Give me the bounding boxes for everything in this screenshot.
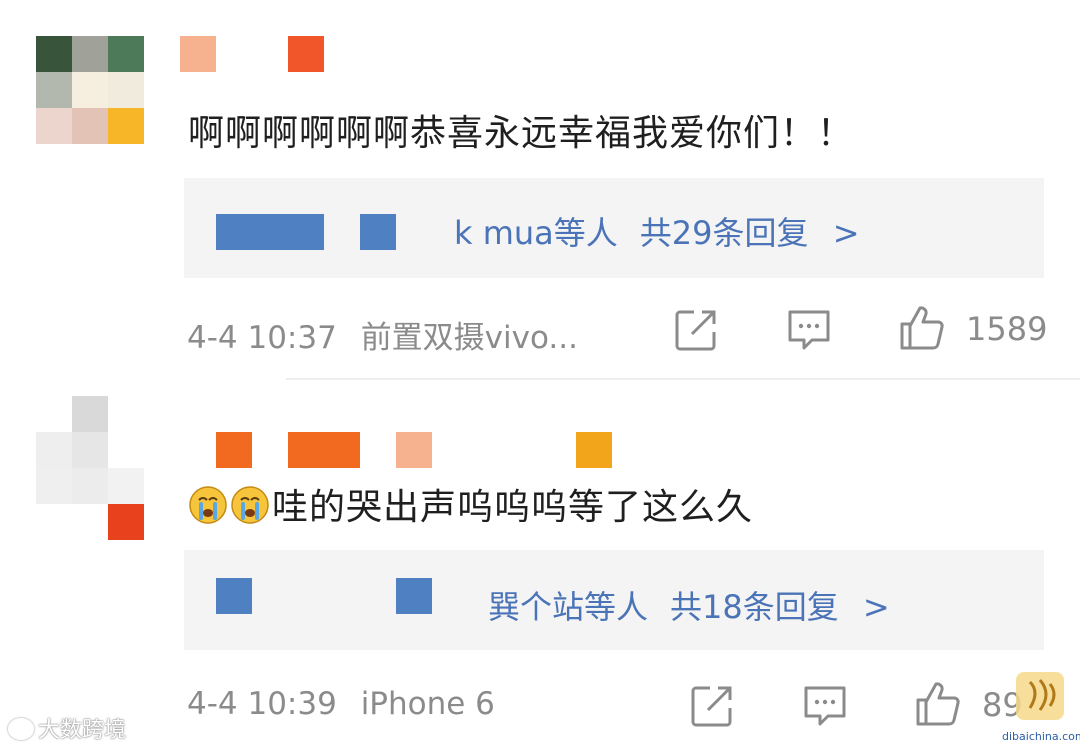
comment-text: 啊啊啊啊啊啊恭喜永远幸福我爱你们！！ <box>188 113 855 154</box>
reply-names: k mua等人 <box>454 214 618 252</box>
reply-count[interactable]: 共18条回复 <box>670 588 839 626</box>
watermark-left: 大数跨境 <box>8 712 126 744</box>
like-count: 1589 <box>966 310 1048 348</box>
reply-username-redacted <box>360 214 396 250</box>
comment-icon[interactable] <box>802 684 848 728</box>
reply-count[interactable]: 共29条回复 <box>640 214 809 252</box>
timestamp: 4-4 10:37 <box>187 320 337 356</box>
comment-text: 哇的哭出声呜呜呜等了这么久 <box>188 478 753 530</box>
reply-preview[interactable]: k mua等人 共29条回复 > <box>184 178 1044 278</box>
username-redacted[interactable] <box>180 36 330 72</box>
reply-preview[interactable]: 巽个站等人 共18条回复 > <box>184 550 1044 650</box>
avatar[interactable] <box>36 396 144 540</box>
chevron-right-icon: > <box>862 588 890 626</box>
site-logo-icon <box>1016 672 1064 720</box>
watermark-right: dibaichina.com <box>1002 670 1080 746</box>
crying-face-icon <box>189 486 227 524</box>
reply-username-redacted <box>396 578 432 614</box>
reply-names: 巽个站等人 <box>488 588 649 626</box>
avatar[interactable] <box>36 36 144 144</box>
like-icon[interactable] <box>898 304 946 352</box>
timestamp: 4-4 10:39 <box>187 686 337 722</box>
share-icon[interactable] <box>674 308 718 352</box>
chevron-right-icon: > <box>832 214 860 252</box>
device-source: iPhone 6 <box>360 686 495 722</box>
reply-username-redacted <box>216 214 324 250</box>
like-icon[interactable] <box>914 680 962 728</box>
comment-icon[interactable] <box>786 308 832 352</box>
reply-username-redacted <box>216 578 252 614</box>
share-icon[interactable] <box>690 684 734 728</box>
username-redacted[interactable] <box>216 432 616 468</box>
weibo-logo-icon <box>8 718 34 740</box>
crying-face-icon <box>231 486 269 524</box>
divider <box>286 378 1080 380</box>
device-source: 前置双摄vivo... <box>360 320 578 356</box>
